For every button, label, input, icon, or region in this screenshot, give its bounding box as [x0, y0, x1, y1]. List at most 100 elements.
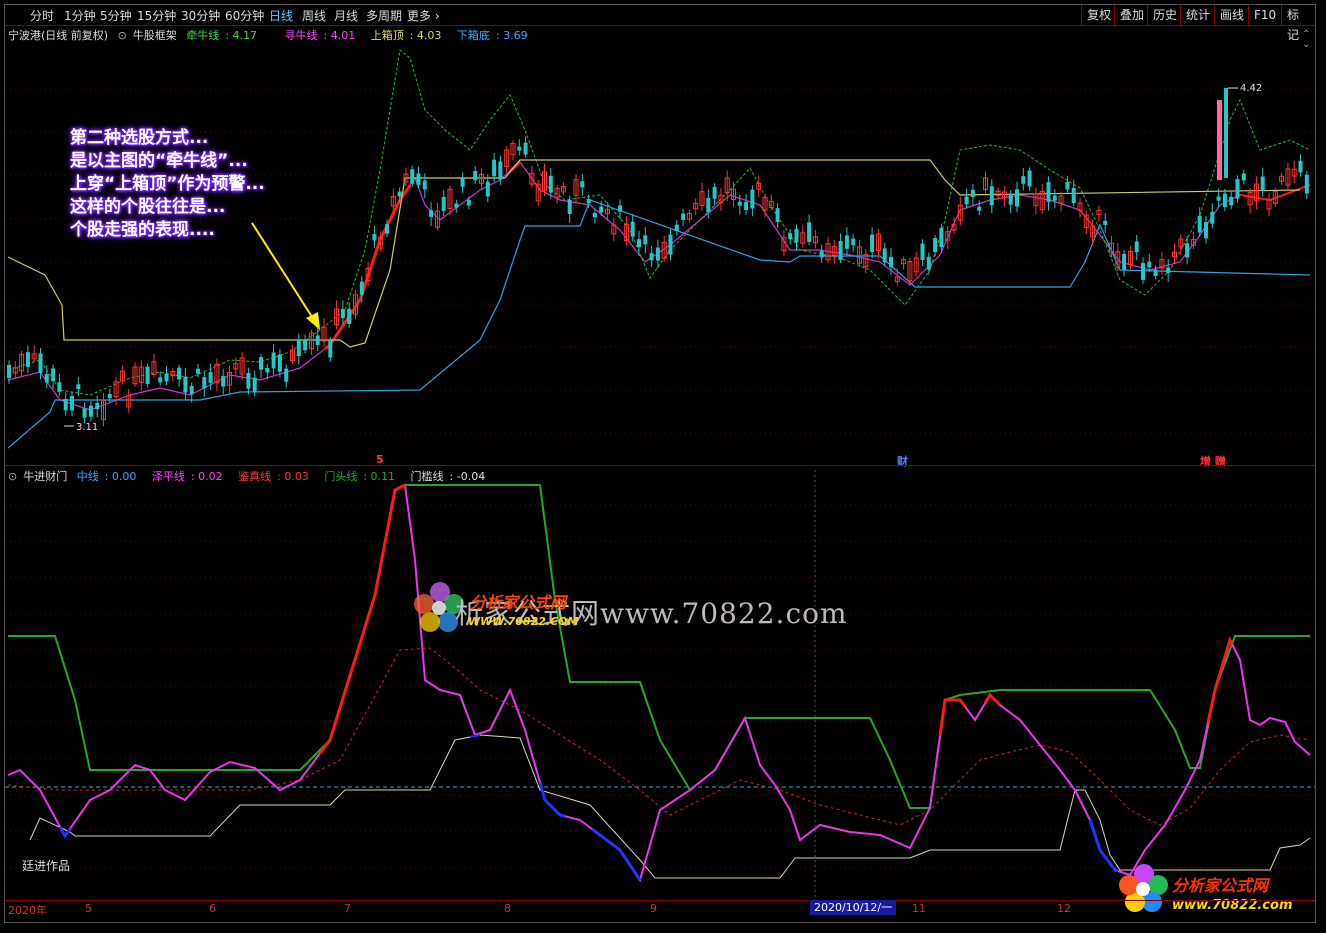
- candle-body-down: [649, 253, 654, 261]
- candle-body-down: [315, 335, 320, 346]
- candle-body-down: [1229, 196, 1234, 206]
- candle-body-down: [183, 376, 188, 393]
- candle-body-down: [989, 186, 994, 206]
- menkan-down-1: [469, 734, 481, 738]
- tick-jul: 7: [344, 902, 351, 915]
- candle-body-down: [819, 250, 824, 258]
- candle-body-down: [95, 403, 100, 410]
- candle-body-down: [296, 340, 301, 356]
- candle-body-down: [347, 308, 352, 324]
- candle-body-down: [1008, 193, 1013, 205]
- candle-body-down: [788, 233, 793, 240]
- candle-body-down: [933, 238, 938, 253]
- candle-body-down: [1071, 187, 1076, 203]
- sub-indicator-name[interactable]: 牛进财门: [23, 470, 67, 483]
- candle-body-down: [851, 238, 856, 246]
- author-credit: 廷进作品: [22, 859, 71, 873]
- zeping-up-2: [938, 698, 967, 737]
- candle-body-down: [454, 203, 459, 208]
- candle-body-down: [208, 372, 213, 383]
- cursor-date-label: 2020/10/12/一: [810, 900, 897, 915]
- candle-body-down: [221, 375, 226, 387]
- candle-body-down: [706, 198, 711, 213]
- zeping-up-1: [318, 483, 406, 755]
- candle-body-down: [939, 227, 944, 248]
- jianzhen-label: 鉴真线: [238, 470, 272, 483]
- candle-body-down: [265, 367, 270, 373]
- mentou-value: 0.11: [370, 470, 396, 483]
- candle-body-down: [1065, 182, 1070, 190]
- candle-body-down: [889, 256, 893, 268]
- annotation-line-3: 上穿“上箱顶”作为预警...: [70, 174, 265, 194]
- candle-body-down: [492, 159, 497, 177]
- time-axis[interactable]: 2020年 5 6 7 8 9 11 12: [5, 900, 1315, 917]
- midline-value: 0.00: [111, 470, 137, 483]
- tick-2020: 2020年: [8, 904, 47, 917]
- candle-body-down: [277, 354, 282, 372]
- candle-body-down: [1021, 176, 1026, 184]
- candle-body-down: [920, 243, 925, 260]
- candle-body-down: [655, 247, 660, 261]
- jianzhen-value: 0.03: [284, 470, 309, 483]
- candle-body-down: [107, 393, 112, 399]
- candle-body-down: [1241, 173, 1246, 181]
- candle-spike: [1217, 100, 1222, 180]
- candle-body-down: [88, 405, 93, 417]
- candle-body-down: [926, 256, 931, 270]
- zeping-up-3: [983, 692, 1002, 707]
- candle-body-down: [674, 224, 679, 232]
- annotation-line-2: 是以主图的“牵牛线”...: [70, 151, 248, 171]
- event-marker-bonus[interactable]: 增 赠: [1200, 453, 1226, 469]
- candle-body-down: [1103, 220, 1108, 226]
- candle-body-down: [372, 234, 377, 241]
- low-price-label: 3.11: [76, 422, 99, 433]
- watermark-brand: 分析家公式网: [470, 593, 567, 612]
- candle-body-down: [473, 171, 478, 181]
- candle-body-down: [410, 169, 415, 184]
- candle-body-down: [712, 186, 717, 199]
- candle-body-down: [246, 373, 251, 389]
- candle-body-down: [196, 368, 200, 374]
- candle-body-down: [1298, 160, 1303, 173]
- candle-body-down: [498, 161, 503, 180]
- candle-body-down: [1134, 241, 1139, 253]
- sub-legend: ⊙ 牛进财门 中线: 0.00 泽平线: 0.02 鉴真线: 0.03 门头线: …: [8, 470, 486, 483]
- candle-body-down: [964, 196, 969, 205]
- annotation-line-5: 个股走强的表现....: [70, 220, 215, 240]
- candle-body-down: [744, 201, 749, 211]
- candle-body-down: [1153, 269, 1158, 277]
- tick-jun: 6: [209, 902, 216, 915]
- candle-body-down: [328, 340, 333, 358]
- candle-body-down: [359, 281, 364, 295]
- menkan-label: 门槛线: [410, 470, 444, 483]
- candle-body-down: [177, 367, 182, 380]
- candle-body-down: [284, 368, 289, 382]
- candle-body-down: [838, 240, 843, 260]
- candle-body-down: [429, 210, 434, 217]
- candle-body-down: [76, 384, 81, 390]
- watermark-url-small: WWW.70822.COM: [468, 615, 579, 628]
- event-marker-finance[interactable]: 财: [897, 453, 908, 469]
- candle-body-down: [145, 366, 150, 384]
- panel-divider[interactable]: [5, 465, 1315, 466]
- candle-body-down: [844, 235, 849, 249]
- candle-body-down: [441, 196, 446, 211]
- candle-body-down: [681, 213, 686, 220]
- logo-brand: 分析家公式网: [1172, 876, 1269, 895]
- candle-body-down: [1027, 170, 1032, 187]
- candle-body-down: [1197, 215, 1202, 233]
- candle-body-down: [1210, 211, 1215, 224]
- tick-may: 5: [85, 902, 92, 915]
- candle-body-down: [1260, 176, 1265, 191]
- midline-label: 中线: [76, 470, 99, 483]
- candle-body-down: [517, 146, 522, 151]
- candle-body-down: [668, 234, 673, 255]
- candle-body-down: [586, 199, 591, 204]
- candle-body-down: [63, 398, 68, 411]
- annotation-line-1: 第二种选股方式...: [70, 128, 209, 148]
- mentou-label: 门头线: [324, 470, 358, 483]
- sub-settings-icon[interactable]: ⊙: [8, 470, 17, 483]
- candle-body-down: [592, 212, 597, 218]
- candle-body-down: [158, 377, 163, 383]
- candle-body-down: [1141, 263, 1145, 280]
